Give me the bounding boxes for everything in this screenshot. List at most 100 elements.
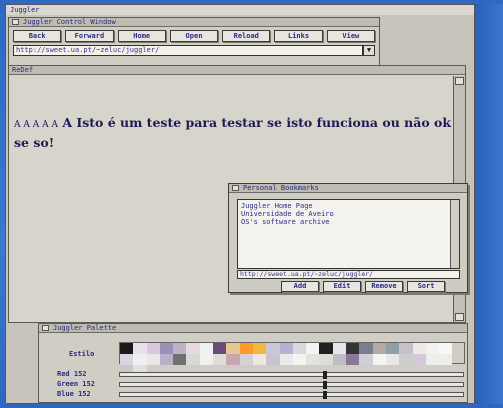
color-swatch[interactable] bbox=[266, 343, 280, 354]
links-button[interactable]: Links bbox=[274, 30, 323, 42]
color-swatch[interactable] bbox=[159, 354, 174, 365]
url-input[interactable]: http://sweet.ua.pt/~zeluc/juggler/ bbox=[13, 45, 363, 56]
back-button[interactable]: Back bbox=[13, 30, 62, 42]
color-swatch[interactable] bbox=[239, 354, 253, 365]
color-swatch[interactable] bbox=[133, 343, 147, 354]
color-swatch[interactable] bbox=[252, 343, 267, 354]
color-swatch[interactable] bbox=[292, 343, 307, 354]
color-swatch[interactable] bbox=[359, 343, 373, 354]
bookmark-url-input[interactable]: http://sweet.ua.pt/~zeluc/juggler/ bbox=[237, 270, 460, 279]
list-item[interactable]: Juggler Home Page bbox=[241, 202, 456, 210]
color-swatch[interactable] bbox=[252, 354, 267, 365]
color-swatch[interactable] bbox=[412, 343, 426, 354]
blue-slider[interactable] bbox=[119, 391, 464, 399]
close-icon[interactable] bbox=[12, 19, 19, 25]
scroll-up-icon[interactable] bbox=[455, 77, 464, 85]
green-slider[interactable] bbox=[119, 381, 464, 389]
color-swatch[interactable] bbox=[359, 354, 373, 365]
page-content: A A A A A A Isto é um teste para testar … bbox=[14, 114, 454, 151]
color-swatch[interactable] bbox=[226, 343, 240, 354]
color-swatch[interactable] bbox=[399, 343, 413, 354]
bookmark-scrollbar[interactable] bbox=[450, 200, 459, 268]
color-swatch[interactable] bbox=[146, 343, 160, 354]
chevron-down-icon[interactable]: ▼ bbox=[363, 45, 375, 56]
color-swatch[interactable] bbox=[319, 354, 333, 365]
red-slider[interactable] bbox=[119, 371, 464, 379]
color-swatch[interactable] bbox=[199, 343, 214, 354]
color-swatch[interactable] bbox=[399, 354, 413, 365]
color-swatch[interactable] bbox=[385, 343, 400, 354]
color-swatch[interactable] bbox=[120, 354, 134, 365]
color-swatch[interactable] bbox=[306, 354, 320, 365]
color-swatch[interactable] bbox=[266, 354, 280, 365]
forward-button[interactable]: Forward bbox=[65, 30, 114, 42]
bookmark-list[interactable]: Juggler Home Page Universidade de Aveiro… bbox=[237, 199, 460, 269]
scroll-down-icon[interactable] bbox=[455, 313, 464, 321]
color-swatch[interactable] bbox=[186, 343, 200, 354]
color-swatch[interactable] bbox=[319, 343, 333, 354]
screen: Juggler Juggler Control Window Back Forw… bbox=[5, 4, 475, 404]
blue-value: 152 bbox=[78, 390, 91, 398]
color-swatch[interactable] bbox=[199, 354, 214, 365]
palette-window-titlebar[interactable]: Juggler Palette bbox=[39, 324, 467, 333]
page-text-prefix: A A A A A bbox=[14, 120, 58, 130]
close-icon[interactable] bbox=[42, 325, 49, 331]
color-swatch[interactable] bbox=[173, 343, 187, 354]
green-label-text: Green bbox=[57, 380, 79, 388]
bookmark-buttons: Add Edit Remove Sort bbox=[281, 281, 445, 292]
color-swatch[interactable] bbox=[279, 343, 293, 354]
control-window-titlebar[interactable]: Juggler Control Window bbox=[9, 18, 379, 27]
color-swatch[interactable] bbox=[439, 343, 453, 354]
color-swatch[interactable] bbox=[346, 343, 360, 354]
list-item[interactable]: Universidade de Aveiro bbox=[241, 210, 456, 218]
reload-button[interactable]: Reload bbox=[222, 30, 271, 42]
swatch-label: Estilo bbox=[69, 350, 95, 358]
toolbar: Back Forward Home Open Reload Links View bbox=[9, 27, 379, 44]
color-swatch[interactable] bbox=[292, 354, 307, 365]
home-button[interactable]: Home bbox=[117, 30, 166, 42]
control-window-title: Juggler Control Window bbox=[23, 18, 116, 26]
blue-slider-handle[interactable] bbox=[323, 391, 327, 399]
color-swatches bbox=[119, 342, 465, 376]
monitor-edge bbox=[475, 4, 503, 404]
view-button[interactable]: View bbox=[326, 30, 375, 42]
color-swatch[interactable] bbox=[385, 354, 400, 365]
color-swatch[interactable] bbox=[332, 343, 347, 354]
color-swatch[interactable] bbox=[120, 343, 134, 354]
color-swatch[interactable] bbox=[439, 354, 453, 365]
color-swatch[interactable] bbox=[412, 354, 426, 365]
open-button[interactable]: Open bbox=[169, 30, 219, 42]
page-text-main: A Isto é um teste para testar se isto fu… bbox=[14, 115, 452, 150]
add-button[interactable]: Add bbox=[281, 281, 319, 292]
color-swatch[interactable] bbox=[173, 354, 187, 365]
color-swatch[interactable] bbox=[159, 343, 174, 354]
edit-button[interactable]: Edit bbox=[323, 281, 361, 292]
page-window-titlebar[interactable]: ReDef bbox=[9, 66, 465, 75]
red-slider-handle[interactable] bbox=[323, 371, 327, 379]
green-value: 152 bbox=[82, 380, 95, 388]
list-item[interactable]: OS's software archive bbox=[241, 218, 456, 226]
color-swatch[interactable] bbox=[279, 354, 293, 365]
color-swatch[interactable] bbox=[332, 354, 347, 365]
color-swatch[interactable] bbox=[133, 354, 147, 365]
palette-window: Juggler Palette Estilo Red 152 Green 152… bbox=[38, 323, 468, 403]
color-swatch[interactable] bbox=[239, 343, 253, 354]
color-swatch[interactable] bbox=[372, 343, 386, 354]
app-title: Juggler bbox=[6, 5, 474, 15]
color-swatch[interactable] bbox=[213, 343, 227, 354]
color-swatch[interactable] bbox=[186, 354, 200, 365]
color-swatch[interactable] bbox=[226, 354, 240, 365]
sort-button[interactable]: Sort bbox=[407, 281, 445, 292]
green-slider-handle[interactable] bbox=[323, 381, 327, 389]
color-swatch[interactable] bbox=[213, 354, 227, 365]
color-swatch[interactable] bbox=[346, 354, 360, 365]
color-swatch[interactable] bbox=[425, 354, 440, 365]
close-icon[interactable] bbox=[232, 185, 239, 191]
color-swatch[interactable] bbox=[372, 354, 386, 365]
color-swatch[interactable] bbox=[425, 343, 440, 354]
red-label-text: Red bbox=[57, 370, 70, 378]
remove-button[interactable]: Remove bbox=[365, 281, 403, 292]
bookmarks-window-titlebar[interactable]: Personal Bookmarks bbox=[229, 184, 467, 193]
color-swatch[interactable] bbox=[146, 354, 160, 365]
color-swatch[interactable] bbox=[306, 343, 320, 354]
